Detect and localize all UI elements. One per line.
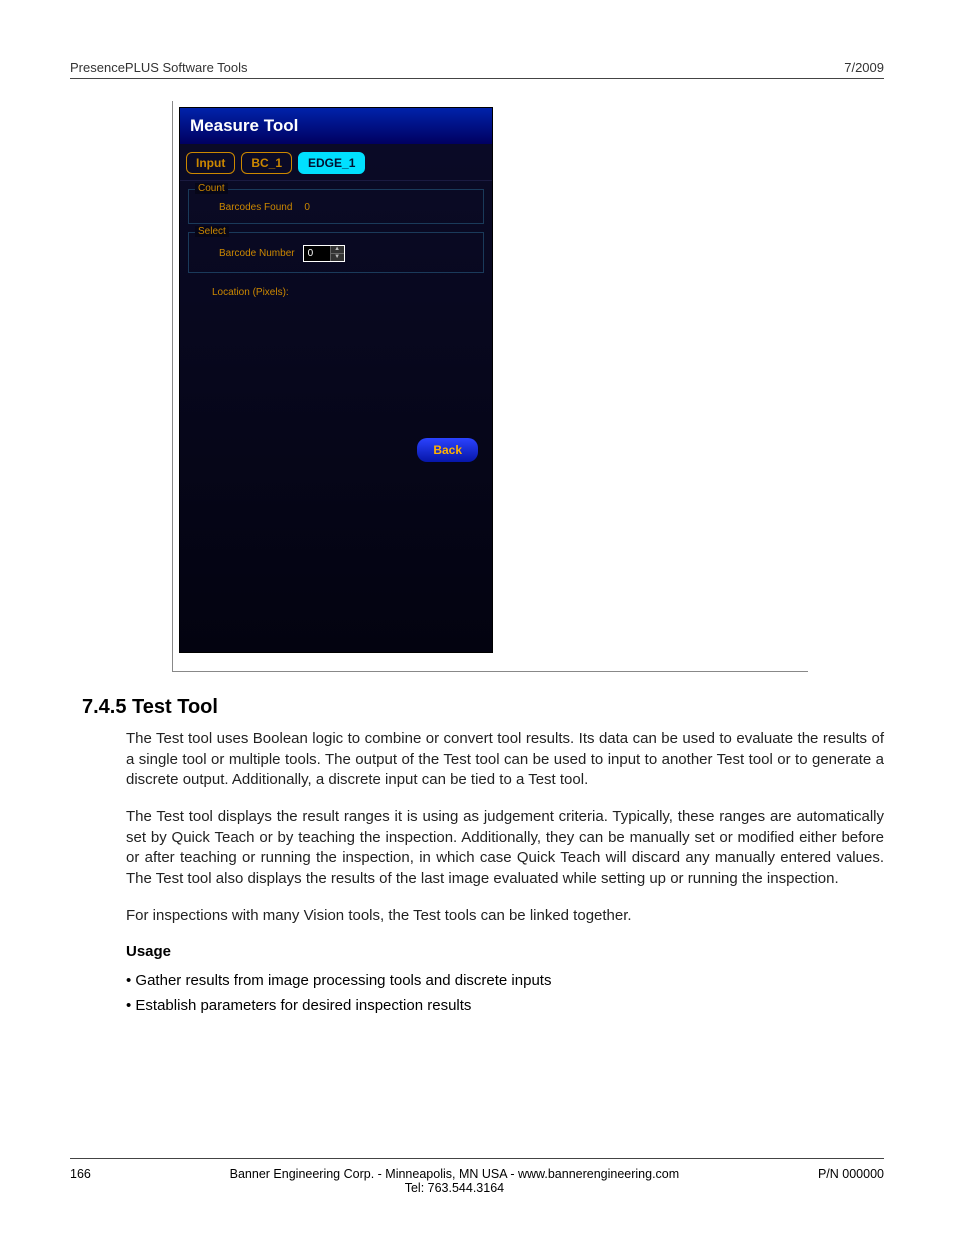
- bullet-1: Gather results from image processing too…: [126, 968, 884, 994]
- barcodes-found-value: 0: [304, 202, 310, 213]
- usage-heading: Usage: [126, 943, 884, 960]
- tab-row: Input BC_1 EDGE_1: [180, 144, 492, 181]
- count-legend: Count: [195, 183, 228, 194]
- spinner-up-icon[interactable]: ▲: [331, 246, 344, 254]
- barcode-number-stepper[interactable]: ▲ ▼: [303, 245, 345, 262]
- barcodes-found-label: Barcodes Found: [219, 202, 292, 213]
- figure-frame: Measure Tool Input BC_1 EDGE_1 Count Bar…: [172, 101, 808, 672]
- usage-bullets: Gather results from image processing too…: [126, 968, 884, 1019]
- measure-tool-panel: Measure Tool Input BC_1 EDGE_1 Count Bar…: [179, 107, 493, 653]
- location-label: Location (Pixels):: [180, 277, 492, 298]
- panel-title: Measure Tool: [180, 108, 492, 144]
- page-number: 166: [70, 1167, 91, 1181]
- select-group: Select Barcode Number ▲ ▼: [188, 232, 484, 273]
- footer-line2: Tel: 763.544.3164: [91, 1181, 818, 1195]
- tab-edge1[interactable]: EDGE_1: [298, 152, 365, 174]
- part-number: P/N 000000: [818, 1167, 884, 1181]
- count-group: Count Barcodes Found 0: [188, 189, 484, 224]
- paragraph-1: The Test tool uses Boolean logic to comb…: [126, 729, 884, 791]
- header-right: 7/2009: [844, 60, 884, 75]
- barcode-number-label: Barcode Number: [219, 248, 295, 259]
- section-heading: 7.4.5 Test Tool: [82, 696, 884, 719]
- paragraph-2: The Test tool displays the result ranges…: [126, 807, 884, 890]
- paragraph-3: For inspections with many Vision tools, …: [126, 906, 884, 927]
- select-legend: Select: [195, 226, 229, 237]
- tab-bc1[interactable]: BC_1: [241, 152, 292, 174]
- footer-line1: Banner Engineering Corp. - Minneapolis, …: [91, 1167, 818, 1181]
- page-footer: 166 Banner Engineering Corp. - Minneapol…: [70, 1158, 884, 1195]
- page-header: PresencePLUS Software Tools 7/2009: [70, 60, 884, 79]
- tab-input[interactable]: Input: [186, 152, 235, 174]
- bullet-2: Establish parameters for desired inspect…: [126, 993, 884, 1019]
- barcode-number-input[interactable]: [304, 246, 330, 261]
- spinner-down-icon[interactable]: ▼: [331, 254, 344, 261]
- header-left: PresencePLUS Software Tools: [70, 60, 248, 75]
- back-button[interactable]: Back: [417, 438, 478, 462]
